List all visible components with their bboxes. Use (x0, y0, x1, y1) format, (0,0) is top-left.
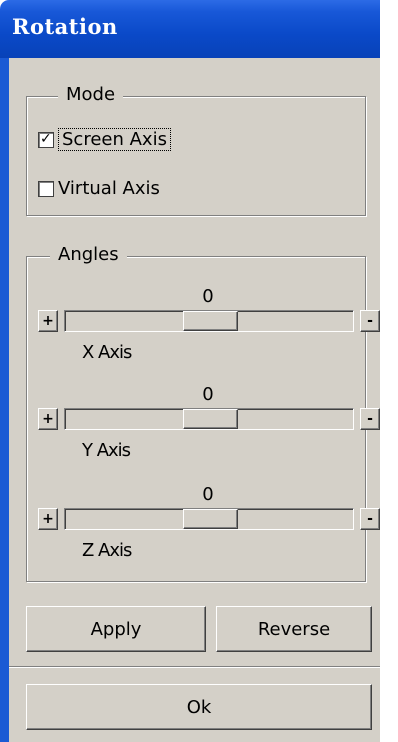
x-axis-minus-button[interactable]: - (360, 310, 380, 332)
y-axis-label: Y Axis (82, 440, 131, 461)
z-axis-minus-button[interactable]: - (360, 508, 380, 530)
z-axis-value: 0 (202, 484, 214, 505)
x-axis-slider[interactable] (64, 310, 354, 332)
window-frame-left (0, 58, 9, 742)
title-bar[interactable]: Rotation (0, 0, 380, 58)
separator (9, 666, 380, 668)
virtual-axis-checkbox[interactable] (38, 180, 54, 197)
x-axis-plus-button[interactable]: + (38, 310, 58, 332)
virtual-axis-option[interactable]: Virtual Axis (38, 178, 160, 199)
reverse-button[interactable]: Reverse (216, 606, 372, 652)
angles-legend: Angles (50, 244, 127, 265)
y-axis-value: 0 (202, 384, 214, 405)
y-axis-plus-button[interactable]: + (38, 408, 58, 430)
x-axis-slider-thumb[interactable] (183, 311, 238, 331)
y-axis-slider[interactable] (64, 408, 354, 430)
window-frame-right (380, 0, 398, 742)
z-axis-slider[interactable] (64, 508, 354, 530)
y-axis-minus-button[interactable]: - (360, 408, 380, 430)
apply-button[interactable]: Apply (26, 606, 206, 652)
check-mark-icon: ✓ (40, 130, 52, 147)
screen-axis-label: Screen Axis (58, 128, 171, 151)
z-axis-plus-button[interactable]: + (38, 508, 58, 530)
y-axis-slider-thumb[interactable] (183, 409, 238, 429)
mode-legend: Mode (58, 84, 124, 105)
rotation-dialog: Rotation Mode ✓ Screen Axis Virtual Axis… (0, 0, 398, 742)
z-axis-label: Z Axis (82, 540, 132, 561)
screen-axis-option[interactable]: ✓ Screen Axis (38, 128, 171, 151)
x-axis-label: X Axis (82, 342, 132, 363)
x-axis-value: 0 (202, 286, 214, 307)
z-axis-slider-thumb[interactable] (183, 509, 238, 529)
virtual-axis-label: Virtual Axis (58, 178, 160, 199)
ok-button[interactable]: Ok (26, 684, 372, 730)
screen-axis-checkbox[interactable]: ✓ (38, 130, 54, 148)
window-title: Rotation (12, 14, 118, 39)
